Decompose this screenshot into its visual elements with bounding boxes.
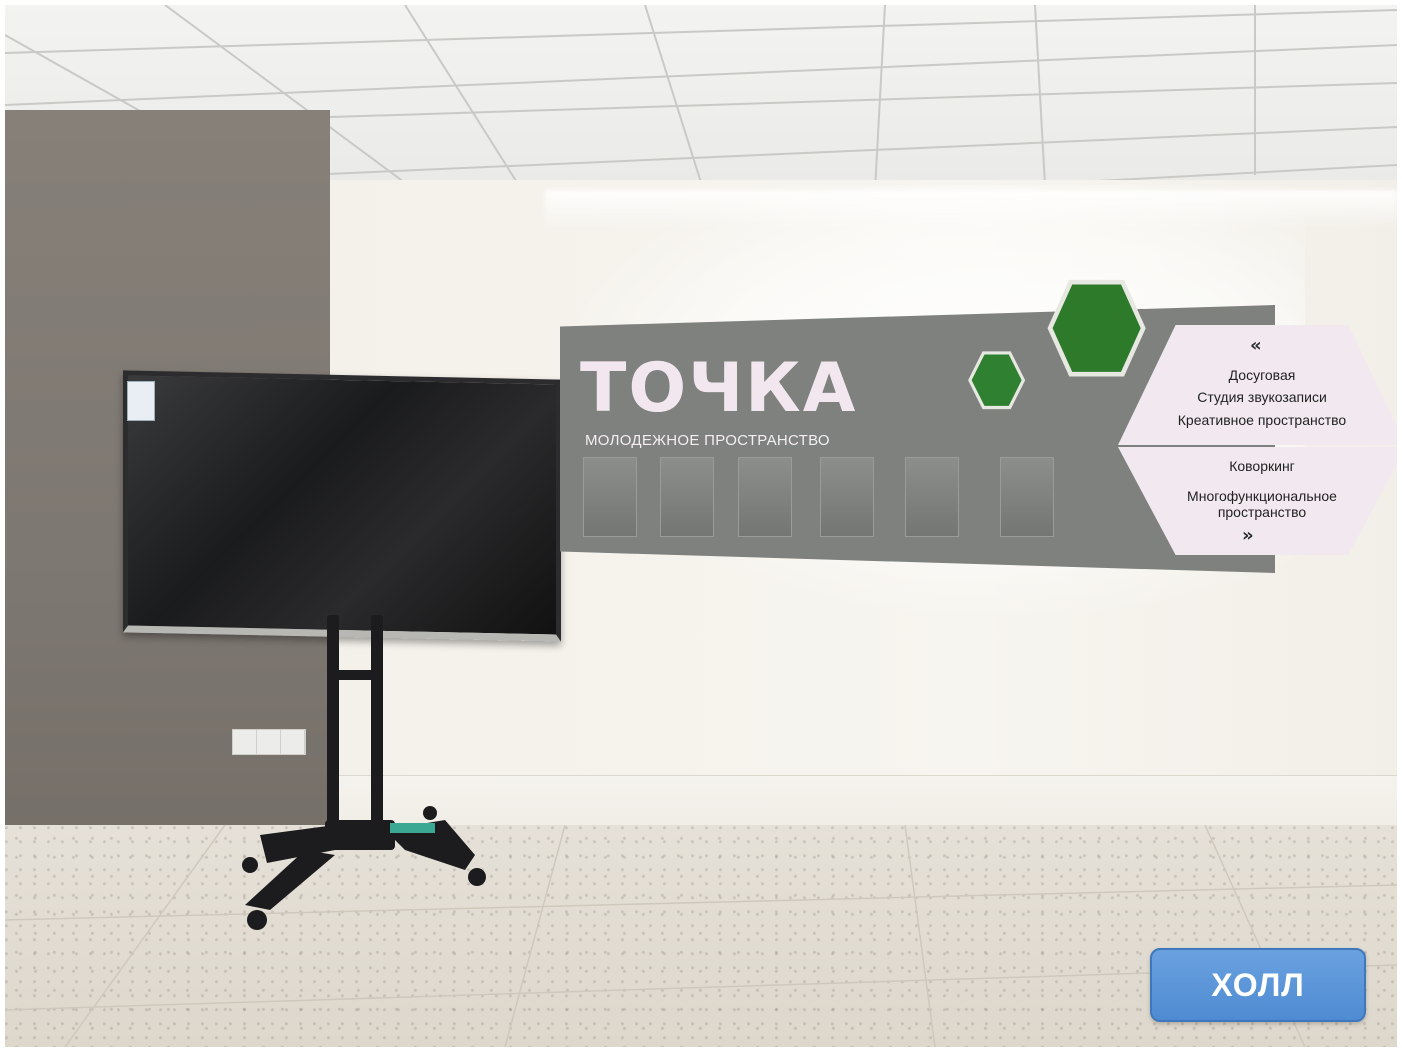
nav-item-leisure: Досуговая bbox=[1228, 367, 1296, 383]
chevron-left-icon: « bbox=[1250, 335, 1262, 356]
acrylic-plate bbox=[583, 457, 637, 537]
photo-frame: ТОЧКА МОЛОДЕЖНОЕ ПРОСТРАНСТВО « Досугова… bbox=[5, 5, 1397, 1047]
brand-subtitle: МОЛОДЕЖНОЕ ПРОСТРАНСТВО bbox=[585, 432, 830, 449]
acrylic-plate bbox=[820, 457, 874, 537]
acrylic-plate bbox=[660, 457, 714, 537]
hall-button[interactable]: ХОЛЛ bbox=[1150, 948, 1366, 1022]
nav-item-recording-studio: Студия звукозаписи bbox=[1197, 389, 1327, 405]
chevron-right-icon: » bbox=[1242, 525, 1254, 546]
acrylic-plate bbox=[905, 457, 959, 537]
nav-item-multifunctional: Многофункциональное bbox=[1187, 488, 1337, 504]
nav-item-creative-space: Креативное пространство bbox=[1177, 412, 1347, 428]
nav-item-multifunctional-2: пространство bbox=[1217, 504, 1307, 520]
brand-logo: ТОЧКА bbox=[580, 349, 858, 428]
nav-item-coworking: Коворкинг bbox=[1229, 458, 1295, 474]
acrylic-plate bbox=[738, 457, 792, 537]
stand-label bbox=[390, 823, 435, 833]
acrylic-plate bbox=[1000, 457, 1054, 537]
